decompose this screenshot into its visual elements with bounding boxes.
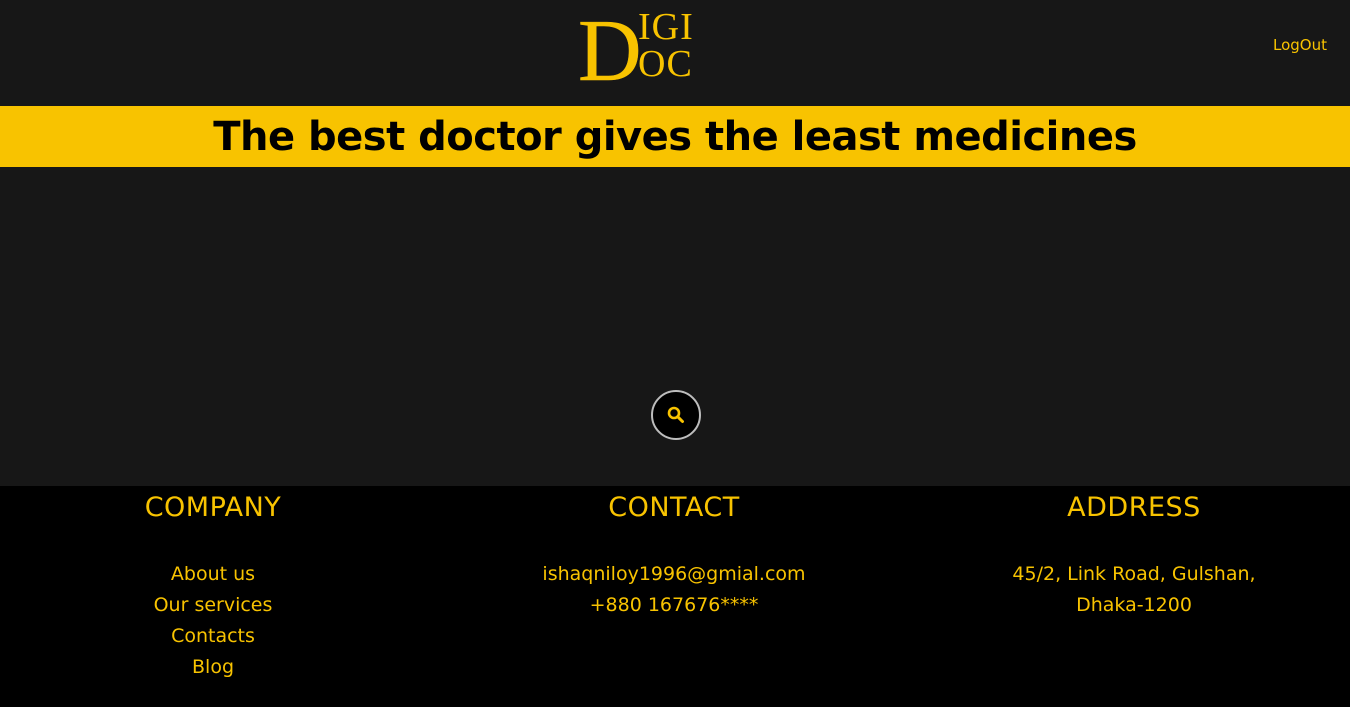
footer-contact: CONTACT ishaqniloy1996@gmial.com +880 16… xyxy=(474,486,874,621)
footer-link-contacts[interactable]: Contacts xyxy=(171,625,255,647)
tagline-banner: The best doctor gives the least medicine… xyxy=(0,106,1350,167)
logo[interactable]: D IGI OC xyxy=(578,6,708,86)
footer-address: ADDRESS 45/2, Link Road, Gulshan, Dhaka-… xyxy=(984,486,1284,621)
digidoc-logo: D IGI OC xyxy=(578,6,694,86)
search-button[interactable] xyxy=(651,390,701,440)
search-icon xyxy=(667,406,684,423)
site-footer: COMPANY About us Our services Contacts B… xyxy=(0,486,1350,707)
hero-section xyxy=(0,167,1350,486)
contact-heading: CONTACT xyxy=(608,492,740,523)
logout-link[interactable]: LogOut xyxy=(1273,36,1327,54)
footer-link-about[interactable]: About us xyxy=(171,563,255,585)
logo-big-letter: D xyxy=(578,6,642,86)
contact-email: ishaqniloy1996@gmial.com xyxy=(542,563,806,585)
footer-link-services[interactable]: Our services xyxy=(154,594,273,616)
logo-bottom-text: OC xyxy=(638,43,693,85)
site-header: D IGI OC LogOut xyxy=(0,0,1350,106)
footer-link-blog[interactable]: Blog xyxy=(192,656,234,678)
company-links: About us Our services Contacts Blog xyxy=(63,559,363,683)
address-heading: ADDRESS xyxy=(1067,492,1201,523)
company-heading: COMPANY xyxy=(144,492,282,523)
address-line-2: Dhaka-1200 xyxy=(1076,594,1192,616)
tagline: The best doctor gives the least medicine… xyxy=(213,113,1137,160)
footer-company: COMPANY About us Our services Contacts B… xyxy=(63,486,363,683)
address-line-1: 45/2, Link Road, Gulshan, xyxy=(1012,563,1256,585)
logo-top-text: IGI xyxy=(638,6,694,48)
contact-phone: +880 167676**** xyxy=(589,594,759,616)
